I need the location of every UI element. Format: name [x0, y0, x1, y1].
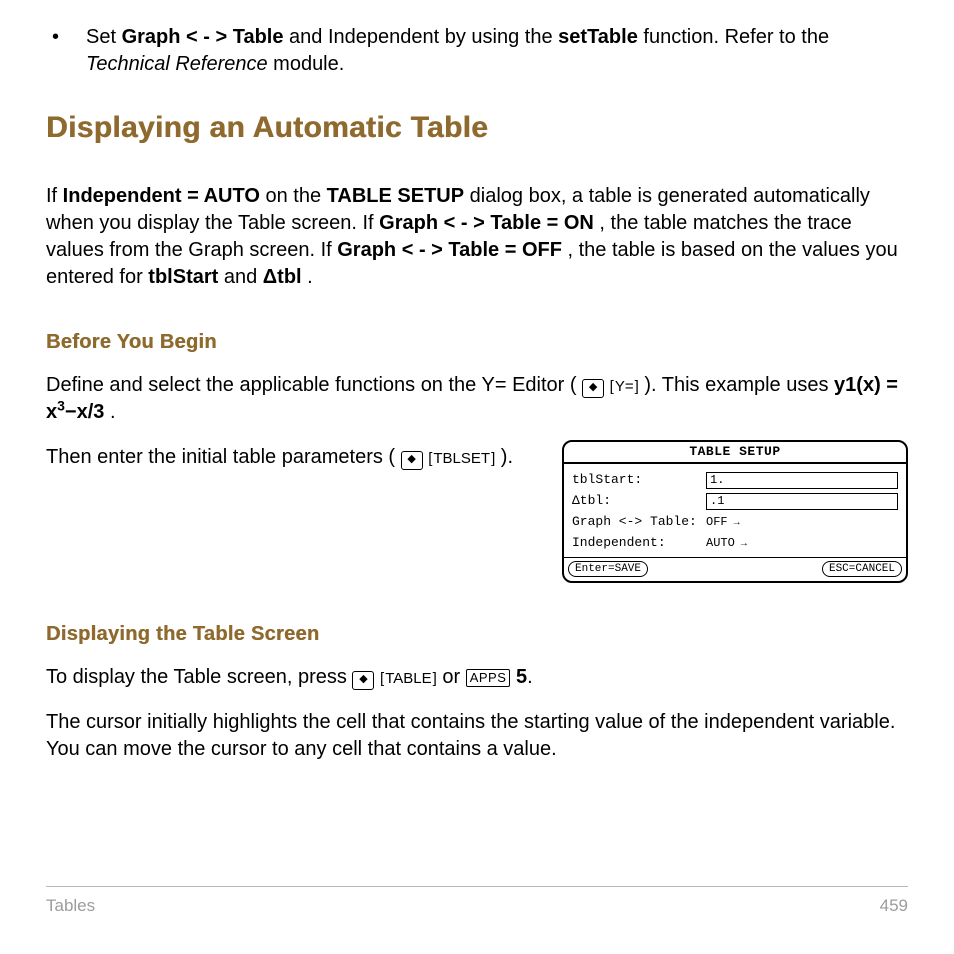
- page-footer: Tables 459: [46, 886, 908, 918]
- key-label-tblset: TBLSET: [428, 449, 495, 469]
- diamond-key-icon: [582, 379, 604, 398]
- dialog-title: TABLE SETUP: [564, 442, 906, 465]
- intro-paragraph: If Independent = AUTO on the TABLE SETUP…: [46, 183, 908, 291]
- text: ). This example uses: [644, 374, 834, 396]
- section-heading-before: Before You Begin: [46, 329, 908, 356]
- field-label: tblStart:: [572, 471, 706, 489]
- esc-cancel-pill: ESC=CANCEL: [822, 561, 902, 577]
- key-label-table: TABLE: [380, 669, 437, 689]
- paragraph: Define and select the applicable functio…: [46, 372, 908, 426]
- row-with-figure: Then enter the initial table parameters …: [46, 444, 908, 584]
- text: If: [46, 185, 63, 207]
- key-apps: APPS: [466, 669, 511, 687]
- text: Define and select the applicable functio…: [46, 374, 577, 396]
- text: and: [224, 266, 263, 288]
- field-label: Graph <-> Table:: [572, 513, 706, 531]
- formula-post: −x/3: [65, 401, 104, 423]
- dialog-row-tblstart: tblStart: 1.: [572, 471, 898, 489]
- italic-text: Technical Reference: [86, 53, 268, 75]
- footer-section: Tables: [46, 895, 95, 918]
- key-label-y: Y=: [610, 377, 639, 397]
- field-label: Δtbl:: [572, 492, 706, 510]
- paragraph: To display the Table screen, press TABLE…: [46, 664, 908, 691]
- text: ).: [501, 446, 513, 468]
- bold-text: Graph < - > Table = OFF: [337, 239, 562, 261]
- text: and Independent by using the: [289, 26, 558, 48]
- table-setup-dialog: TABLE SETUP tblStart: 1. Δtbl: .1 Graph …: [562, 440, 908, 584]
- bold-text: 5: [516, 666, 527, 688]
- field-value: OFF: [706, 514, 740, 531]
- page-title: Displaying an Automatic Table: [46, 108, 908, 149]
- paragraph: Then enter the initial table parameters …: [46, 444, 538, 471]
- text: .: [527, 666, 533, 688]
- dialog-row-graph-table: Graph <-> Table: OFF: [572, 513, 898, 531]
- diamond-key-icon: [401, 451, 423, 470]
- text: on the: [265, 185, 326, 207]
- text: To display the Table screen, press: [46, 666, 352, 688]
- field-value: 1.: [706, 472, 898, 489]
- bold-text: Independent = AUTO: [63, 185, 260, 207]
- paragraph: The cursor initially highlights the cell…: [46, 709, 908, 763]
- field-label: Independent:: [572, 534, 706, 552]
- text: Set: [86, 26, 122, 48]
- text: function. Refer to the: [643, 26, 829, 48]
- superscript: 3: [57, 397, 65, 413]
- text: or: [442, 666, 465, 688]
- bold-text: Graph < - > Table: [122, 26, 284, 48]
- enter-save-pill: Enter=SAVE: [568, 561, 648, 577]
- dialog-footer: Enter=SAVE ESC=CANCEL: [564, 557, 906, 581]
- field-value: .1: [706, 493, 898, 510]
- bold-text: Δtbl: [263, 266, 302, 288]
- diamond-key-icon: [352, 671, 374, 690]
- text: Then enter the initial table parameters …: [46, 446, 395, 468]
- bullet-list: Set Graph < - > Table and Independent by…: [46, 24, 908, 78]
- document-page: Set Graph < - > Table and Independent by…: [0, 0, 954, 954]
- text: .: [110, 401, 116, 423]
- dialog-row-independent: Independent: AUTO: [572, 534, 898, 552]
- footer-page-number: 459: [880, 895, 908, 918]
- section-heading-display: Displaying the Table Screen: [46, 621, 908, 648]
- bold-text: tblStart: [148, 266, 218, 288]
- bold-text: Graph < - > Table = ON: [379, 212, 594, 234]
- bold-text: TABLE SETUP: [327, 185, 464, 207]
- bullet-item: Set Graph < - > Table and Independent by…: [46, 24, 908, 78]
- dialog-row-dtbl: Δtbl: .1: [572, 492, 898, 510]
- field-value: AUTO: [706, 535, 747, 552]
- dialog-body: tblStart: 1. Δtbl: .1 Graph <-> Table: O…: [564, 464, 906, 557]
- text: .: [307, 266, 313, 288]
- text: module.: [273, 53, 344, 75]
- bold-text: setTable: [558, 26, 638, 48]
